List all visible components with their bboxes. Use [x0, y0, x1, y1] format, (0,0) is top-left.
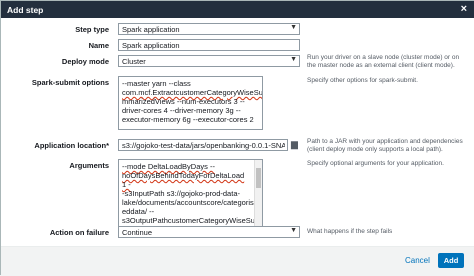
- arguments-line: s3OutputPathcustomerCategoryWiseSu: [122, 216, 255, 225]
- scrollbar-thumb[interactable]: [256, 168, 261, 188]
- spark-submit-help: Specify other options for spark-submit.: [307, 77, 418, 84]
- arguments-line: noOfDaysBehindTodayForDeltaLoad 1 -: [122, 171, 245, 189]
- folder-icon[interactable]: ▆: [291, 139, 298, 150]
- app-location-label: Application location*: [34, 141, 109, 150]
- chevron-down-icon: ▼: [290, 56, 297, 63]
- arguments-help: Specify optional arguments for your appl…: [307, 160, 444, 167]
- deploy-mode-value: Cluster: [122, 57, 146, 66]
- spark-submit-line: driver-cores 4 --driver-memory 3g --: [122, 106, 241, 115]
- deploy-mode-help: Run your driver on a slave node (cluster…: [307, 54, 460, 69]
- arguments-label: Arguments: [69, 161, 109, 170]
- deploy-mode-select[interactable]: Cluster ▼: [118, 55, 300, 67]
- chevron-down-icon: ▼: [290, 227, 297, 234]
- arguments-line: eddata/ --: [122, 207, 155, 216]
- step-type-select[interactable]: Spark application ▼: [118, 23, 300, 35]
- spark-submit-line: com.mcf.ExtractcustomerCategoryWiseSu: [122, 88, 263, 97]
- dialog-titlebar: Add step ×: [1, 1, 474, 18]
- spark-submit-line: executor-memory 6g --executor-cores 2: [122, 115, 254, 124]
- arguments-textarea[interactable]: --mode DeltaLoadByDays -- noOfDaysBehind…: [118, 159, 263, 227]
- name-value: Spark application: [122, 41, 180, 50]
- app-location-input[interactable]: s3://gojoko-test-data/jars/openbanking-0…: [118, 139, 288, 151]
- app-location-help: Path to a JAR with your application and …: [307, 138, 463, 153]
- dialog-title: Add step: [7, 5, 44, 15]
- cancel-button[interactable]: Cancel: [405, 256, 430, 265]
- step-type-value: Spark application: [122, 25, 180, 34]
- app-location-value: s3://gojoko-test-data/jars/openbanking-0…: [122, 141, 285, 150]
- step-type-label: Step type: [75, 25, 109, 34]
- dialog-footer: Cancel Add: [1, 246, 474, 276]
- add-step-dialog: Add step × Step type Spark application ▼…: [0, 0, 474, 276]
- arguments-scrollbar[interactable]: [254, 160, 262, 226]
- action-on-failure-label: Action on failure: [49, 228, 109, 237]
- arguments-line: --mode DeltaLoadByDays --: [122, 162, 215, 171]
- arguments-line: lake/documents/accountscore/categoris: [122, 198, 254, 207]
- name-input[interactable]: Spark application: [118, 39, 300, 51]
- arguments-line: -s3InputPath s3://gojoko-prod-data-: [122, 189, 240, 198]
- action-on-failure-select[interactable]: Continue ▼: [118, 226, 300, 238]
- name-label: Name: [88, 41, 109, 50]
- spark-submit-textarea[interactable]: --master yarn --class com.mcf.Extractcus…: [118, 76, 263, 130]
- dialog-body: Step type Spark application ▼ Name Spark…: [1, 18, 474, 246]
- deploy-mode-label: Deploy mode: [61, 57, 109, 66]
- action-on-failure-value: Continue: [122, 228, 153, 237]
- spark-submit-line: mmarizedViews --num-executors 3 --: [122, 97, 245, 106]
- add-button[interactable]: Add: [438, 253, 464, 268]
- spark-submit-label: Spark-submit options: [31, 78, 109, 87]
- action-on-failure-help: What happens if the step fails: [307, 228, 393, 235]
- close-icon[interactable]: ×: [461, 3, 467, 15]
- spark-submit-line: --master yarn --class: [122, 79, 191, 88]
- chevron-down-icon: ▼: [290, 24, 297, 31]
